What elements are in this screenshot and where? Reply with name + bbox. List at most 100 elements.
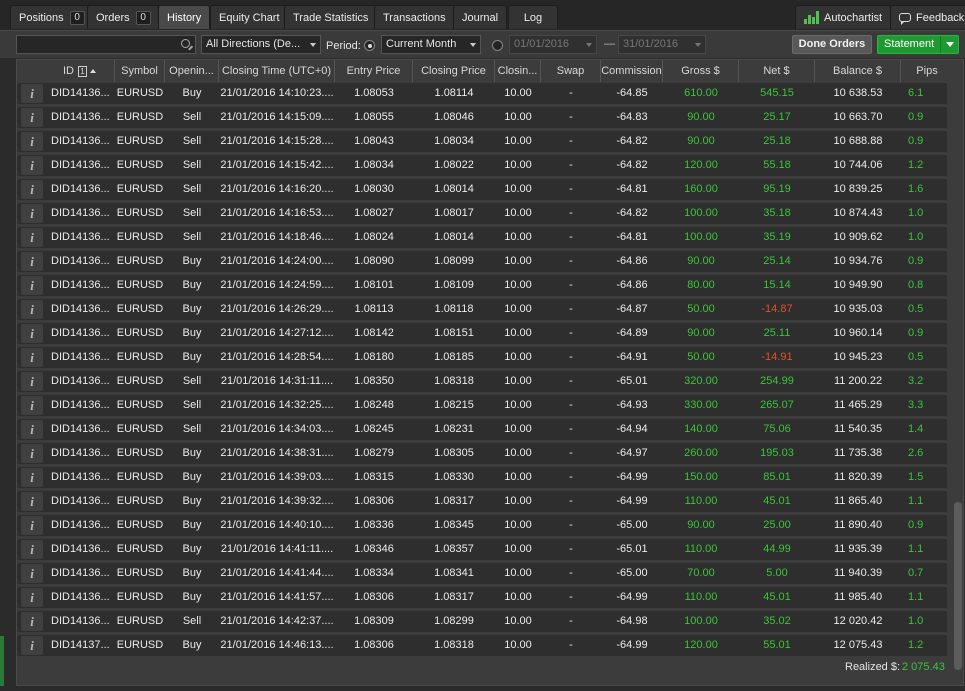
info-icon[interactable]: i	[21, 492, 43, 511]
info-icon[interactable]: i	[21, 156, 43, 175]
vertical-scrollbar[interactable]	[953, 82, 963, 678]
cell-symbol: EURUSD	[116, 543, 164, 555]
table-row[interactable]: i DID14136... EURUSD Buy 21/01/2016 14:39:03…	[17, 467, 947, 488]
tab-equity-chart[interactable]: Equity Chart	[210, 5, 289, 29]
header-gross[interactable]: Gross $	[663, 60, 739, 82]
info-icon[interactable]: i	[21, 468, 43, 487]
table-row[interactable]: i DID14136... EURUSD Sell 21/01/2016 14:16:5…	[17, 203, 947, 224]
cell-symbol: EURUSD	[116, 375, 164, 387]
info-icon[interactable]: i	[21, 420, 43, 439]
tab-trade-statistics[interactable]: Trade Statistics	[284, 5, 378, 29]
info-icon[interactable]: i	[21, 324, 43, 343]
info-icon[interactable]: i	[21, 612, 43, 631]
cell-gross: 120.00	[684, 159, 718, 171]
info-icon[interactable]: i	[21, 108, 43, 127]
table-row[interactable]: i DID14136... EURUSD Sell 21/01/2016 14:42:3…	[17, 611, 947, 632]
table-row[interactable]: i DID14136... EURUSD Sell 21/01/2016 14:18:4…	[17, 227, 947, 248]
header-opening-direction[interactable]: Openin...	[165, 60, 219, 82]
table-row[interactable]: i DID14136... EURUSD Sell 21/01/2016 14:34:0…	[17, 419, 947, 440]
cell-swap: -	[569, 207, 573, 219]
info-icon[interactable]: i	[21, 588, 43, 607]
period-select[interactable]: Current Month	[381, 35, 481, 54]
period-preset-radio[interactable]	[364, 40, 375, 51]
table-row[interactable]: i DID14136... EURUSD Buy 21/01/2016 14:24:00…	[17, 251, 947, 272]
cell-swap: -	[569, 279, 573, 291]
tab-orders[interactable]: Orders 0	[87, 5, 160, 29]
table-row[interactable]: i DID14136... EURUSD Sell 21/01/2016 14:16:2…	[17, 179, 947, 200]
done-orders-button[interactable]: Done Orders	[792, 35, 872, 54]
header-id[interactable]: ID 1	[45, 60, 115, 82]
cell-net: 55.01	[763, 639, 791, 651]
cell-symbol: EURUSD	[116, 351, 164, 363]
table-row[interactable]: i DID14136... EURUSD Buy 21/01/2016 14:28:54…	[17, 347, 947, 368]
tab-history[interactable]: History	[158, 5, 211, 29]
header-closing-volume[interactable]: Closin...	[495, 60, 541, 82]
table-row[interactable]: i DID14136... EURUSD Buy 21/01/2016 14:10:23…	[17, 83, 947, 104]
table-row[interactable]: i DID14136... EURUSD Sell 21/01/2016 14:15:4…	[17, 155, 947, 176]
cell-balance: 11 890.40	[833, 519, 883, 531]
cell-symbol: EURUSD	[116, 519, 164, 531]
info-icon[interactable]: i	[21, 444, 43, 463]
cell-direction: Sell	[182, 231, 202, 243]
cell-gross: 150.00	[684, 471, 718, 483]
table-row[interactable]: i DID14136... EURUSD Sell 21/01/2016 14:31:1…	[17, 371, 947, 392]
cell-closing-volume: 10.00	[504, 591, 532, 603]
info-icon[interactable]: i	[21, 300, 43, 319]
statement-button[interactable]: Statement	[877, 35, 959, 54]
table-row[interactable]: i DID14136... EURUSD Buy 21/01/2016 14:41:11…	[17, 539, 947, 560]
info-icon[interactable]: i	[21, 204, 43, 223]
info-icon[interactable]: i	[21, 516, 43, 535]
info-icon[interactable]: i	[21, 372, 43, 391]
direction-select[interactable]: All Directions (De...	[201, 35, 321, 54]
table-row[interactable]: i DID14136... EURUSD Buy 21/01/2016 14:41:57…	[17, 587, 947, 608]
info-icon[interactable]: i	[21, 276, 43, 295]
cell-balance: 10 935.03	[833, 303, 883, 315]
table-row[interactable]: i DID14136... EURUSD Buy 21/01/2016 14:39:32…	[17, 491, 947, 512]
header-commission[interactable]: Commission	[601, 60, 663, 82]
info-icon[interactable]: i	[21, 636, 43, 655]
tab-positions[interactable]: Positions 0	[10, 5, 94, 29]
header-balance[interactable]: Balance $	[815, 60, 901, 82]
table-row[interactable]: i DID14136... EURUSD Buy 21/01/2016 14:27:12…	[17, 323, 947, 344]
info-icon[interactable]: i	[21, 348, 43, 367]
info-icon[interactable]: i	[21, 540, 43, 559]
header-closing-time[interactable]: Closing Time (UTC+0)	[219, 60, 335, 82]
period-custom-radio[interactable]	[492, 40, 503, 51]
info-icon[interactable]: i	[21, 132, 43, 151]
date-from-picker[interactable]: 01/01/2016	[509, 35, 597, 54]
table-row[interactable]: i DID14136... EURUSD Sell 21/01/2016 14:15:0…	[17, 107, 947, 128]
header-net[interactable]: Net $	[739, 60, 815, 82]
header-entry-price[interactable]: Entry Price	[335, 60, 413, 82]
info-icon[interactable]: i	[21, 180, 43, 199]
table-row[interactable]: i DID14137... EURUSD Buy 21/01/2016 14:46:13…	[17, 635, 947, 656]
cell-commission: -64.82	[616, 135, 648, 147]
info-icon[interactable]: i	[21, 564, 43, 583]
table-row[interactable]: i DID14136... EURUSD Sell 21/01/2016 14:32:2…	[17, 395, 947, 416]
tab-transactions[interactable]: Transactions	[374, 5, 455, 29]
date-to-picker[interactable]: 31/01/2016	[618, 35, 706, 54]
table-row[interactable]: i DID14136... EURUSD Buy 21/01/2016 14:38:31…	[17, 443, 947, 464]
header-swap[interactable]: Swap	[541, 60, 601, 82]
header-pips[interactable]: Pips	[901, 60, 953, 82]
info-icon[interactable]: i	[21, 252, 43, 271]
search-input[interactable]	[16, 35, 196, 54]
table-row[interactable]: i DID14136... EURUSD Buy 21/01/2016 14:24:59…	[17, 275, 947, 296]
tab-log[interactable]: Log	[508, 5, 558, 29]
feedback-button[interactable]: Feedback	[890, 5, 965, 29]
header-closing-price[interactable]: Closing Price	[413, 60, 495, 82]
autochartist-button[interactable]: Autochartist	[795, 5, 892, 29]
table-row[interactable]: i DID14136... EURUSD Buy 21/01/2016 14:26:29…	[17, 299, 947, 320]
cell-entry-price: 1.08030	[354, 183, 394, 195]
table-row[interactable]: i DID14136... EURUSD Buy 21/01/2016 14:41:44…	[17, 563, 947, 584]
cell-closing-volume: 10.00	[504, 279, 532, 291]
table-row[interactable]: i DID14136... EURUSD Buy 21/01/2016 14:40:10…	[17, 515, 947, 536]
info-icon[interactable]: i	[21, 84, 43, 103]
statement-dropdown-icon[interactable]	[940, 36, 958, 53]
search-icon[interactable]	[181, 39, 190, 48]
info-icon[interactable]: i	[21, 396, 43, 415]
table-row[interactable]: i DID14136... EURUSD Sell 21/01/2016 14:15:2…	[17, 131, 947, 152]
tab-journal[interactable]: Journal	[453, 5, 508, 29]
scrollbar-thumb[interactable]	[954, 502, 962, 670]
info-icon[interactable]: i	[21, 228, 43, 247]
header-symbol[interactable]: Symbol	[115, 60, 165, 82]
